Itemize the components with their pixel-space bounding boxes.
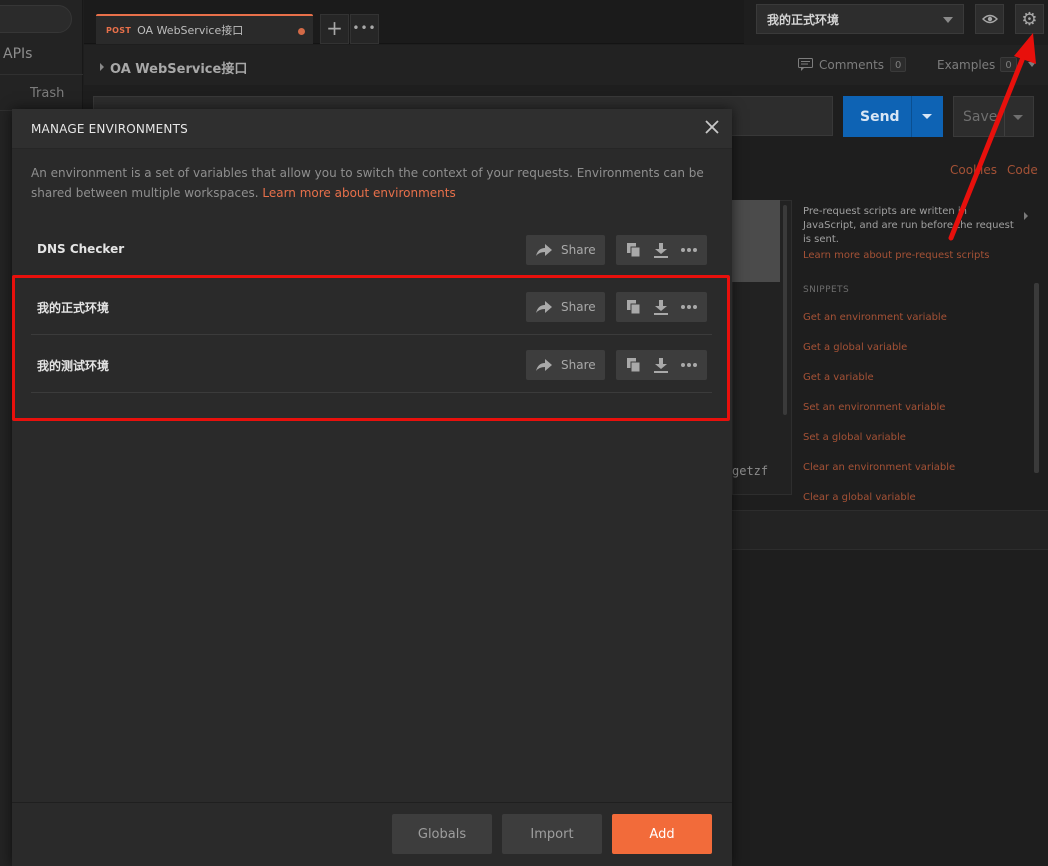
editor-selection — [732, 200, 780, 282]
modal-header: MANAGE ENVIRONMENTS — [12, 109, 732, 149]
snippets-scrollbar[interactable] — [1034, 283, 1039, 473]
collapse-snippets-icon[interactable] — [1024, 212, 1028, 220]
chevron-down-icon[interactable] — [922, 114, 932, 119]
snippet-item[interactable]: Get an environment variable — [803, 303, 1038, 333]
examples-button[interactable]: Examples 0 — [937, 57, 1036, 72]
divider — [911, 96, 912, 137]
download-icon[interactable] — [649, 238, 673, 262]
unsaved-dot-icon — [298, 28, 305, 35]
sidebar-trash-link[interactable]: Trash — [30, 86, 64, 101]
tab-method: POST — [106, 25, 132, 35]
send-label: Send — [860, 108, 900, 125]
tab-bar: POST OA WebService接口 + ••• — [84, 0, 744, 44]
examples-label: Examples — [937, 57, 996, 72]
send-button[interactable]: Send — [843, 96, 943, 137]
snippet-item[interactable]: Get a global variable — [803, 333, 1038, 363]
close-icon[interactable] — [704, 119, 720, 135]
annotation-highlight-box — [12, 275, 730, 421]
chevron-down-icon[interactable] — [1013, 115, 1023, 120]
save-button[interactable]: Save — [953, 96, 1034, 137]
request-links: Cookies Code — [950, 163, 1038, 177]
cookies-link[interactable]: Cookies — [950, 163, 997, 177]
manage-environments-modal: MANAGE ENVIRONMENTS An environment is a … — [12, 109, 732, 866]
manage-environments-button[interactable]: ⚙ — [1015, 4, 1044, 34]
environment-select-value: 我的正式环境 — [767, 12, 840, 27]
snippet-item[interactable]: Set an environment variable — [803, 393, 1038, 423]
divider — [0, 74, 83, 75]
snippets-heading: SNIPPETS — [803, 285, 850, 295]
examples-count-badge: 0 — [1000, 57, 1017, 72]
share-arrow-icon — [536, 244, 552, 256]
import-button[interactable]: Import — [502, 814, 602, 854]
environment-row[interactable]: DNS Checker Share — [31, 220, 712, 278]
modal-footer: Globals Import Add — [12, 802, 732, 866]
response-section — [732, 510, 1048, 550]
snippet-item[interactable]: Clear a global variable — [803, 483, 1038, 513]
eye-icon — [981, 14, 998, 24]
save-label: Save — [963, 108, 998, 125]
code-link[interactable]: Code — [1007, 163, 1038, 177]
request-title[interactable]: OA WebService接口 — [100, 58, 247, 77]
editor-code-fragment: getzf — [732, 464, 769, 478]
snippet-item[interactable]: Clear an environment variable — [803, 453, 1038, 483]
gear-icon: ⚙ — [1021, 8, 1038, 30]
modal-description: An environment is a set of variables tha… — [31, 163, 711, 203]
duplicate-icon[interactable] — [622, 238, 646, 262]
share-label: Share — [561, 243, 596, 257]
environment-quick-look-button[interactable] — [975, 4, 1004, 34]
new-tab-button[interactable]: + — [320, 14, 349, 44]
globals-button[interactable]: Globals — [392, 814, 492, 854]
chevron-down-icon — [1027, 62, 1036, 67]
share-button[interactable]: Share — [526, 235, 605, 265]
editor-scrollbar[interactable] — [783, 205, 787, 415]
request-header: OA WebService接口 Comments 0 Examples 0 — [84, 45, 1048, 85]
comments-button[interactable]: Comments 0 — [798, 57, 907, 72]
learn-more-scripts-link[interactable]: Learn more about pre-request scripts — [803, 250, 1038, 261]
add-environment-button[interactable]: Add — [612, 814, 712, 854]
tab-title: OA WebService接口 — [137, 24, 244, 37]
environment-actions — [616, 235, 707, 265]
more-options-icon[interactable] — [677, 238, 701, 262]
comments-label: Comments — [819, 57, 885, 72]
learn-more-environments-link[interactable]: Learn more about environments — [262, 186, 455, 200]
environment-toolbar: 我的正式环境 ⚙ — [744, 0, 1048, 44]
tab-options-button[interactable]: ••• — [350, 14, 379, 44]
modal-title: MANAGE ENVIRONMENTS — [31, 122, 188, 136]
environment-select[interactable]: 我的正式环境 — [756, 4, 964, 34]
divider — [1004, 97, 1005, 136]
comment-icon — [798, 58, 813, 71]
snippets-description: Pre-request scripts are written in JavaS… — [803, 206, 1014, 245]
sidebar-search-input[interactable] — [0, 5, 72, 33]
snippets-panel: Pre-request scripts are written in JavaS… — [798, 200, 1038, 503]
snippet-item[interactable]: Set a global variable — [803, 423, 1038, 453]
chevron-down-icon — [943, 17, 953, 23]
sidebar-tab-apis[interactable]: APIs — [3, 46, 32, 62]
snippet-item[interactable]: Get a variable — [803, 363, 1038, 393]
comments-count-badge: 0 — [890, 57, 907, 72]
environment-name[interactable]: DNS Checker — [37, 242, 124, 256]
request-tab[interactable]: POST OA WebService接口 — [96, 14, 313, 44]
